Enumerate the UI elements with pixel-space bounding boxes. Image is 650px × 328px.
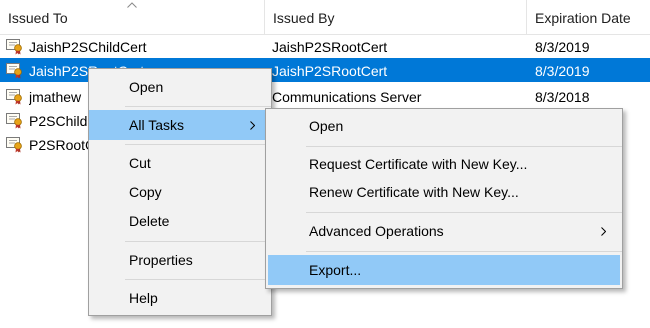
certificate-icon [6,137,22,153]
table-row[interactable]: JaishP2SChildCert JaishP2SRootCert 8/3/2… [0,34,650,58]
sort-ascending-icon [127,2,137,8]
menu-item-cut[interactable]: Cut [89,148,271,178]
menu-item-help[interactable]: Help [89,283,271,313]
column-header-issued-by[interactable]: Issued By [265,0,527,34]
menu-item-delete[interactable]: Delete [89,206,271,236]
menu-item-label: All Tasks [129,117,184,133]
menu-separator [125,241,271,242]
column-header-expiration-date[interactable]: Expiration Date [527,0,650,34]
cell-expiration: 8/3/2018 [535,89,590,105]
certificate-icon [6,63,22,79]
certificate-icon [6,113,22,129]
chevron-right-icon [601,227,606,236]
menu-item-label: Open [309,118,344,134]
menu-item-label: Copy [129,184,162,200]
submenu-item-export[interactable]: Export... [268,255,620,285]
cell-issued-by: Communications Server [272,89,422,105]
menu-separator [306,212,622,213]
menu-separator [125,279,271,280]
menu-item-label: Properties [129,252,193,268]
list-header: Issued To Issued By Expiration Date [0,0,650,35]
menu-separator [306,146,622,147]
menu-item-copy[interactable]: Copy [89,177,271,207]
menu-item-label: Open [129,79,164,95]
menu-item-label: Delete [129,213,170,229]
menu-separator [125,106,271,107]
context-menu: Open All Tasks Cut Copy Delete Propertie… [88,68,272,316]
submenu-item-request-new-key[interactable]: Request Certificate with New Key... [266,149,622,179]
cell-issued-to: JaishP2SChildCert [29,39,147,55]
column-header-label: Issued To [8,10,68,26]
menu-item-label: Request Certificate with New Key... [309,156,528,172]
cell-issued-by: JaishP2SRootCert [272,63,388,79]
submenu-item-advanced-operations[interactable]: Advanced Operations [266,216,622,246]
menu-separator [306,251,622,252]
menu-item-all-tasks[interactable]: All Tasks [89,110,271,140]
menu-item-label: Export... [309,262,362,278]
menu-item-properties[interactable]: Properties [89,245,271,275]
cell-expiration: 8/3/2019 [535,63,590,79]
submenu-item-renew-new-key[interactable]: Renew Certificate with New Key... [266,177,622,207]
menu-item-label: Cut [129,155,151,171]
all-tasks-submenu: Open Request Certificate with New Key...… [265,108,623,289]
cell-expiration: 8/3/2019 [535,39,590,55]
menu-item-label: Renew Certificate with New Key... [309,184,519,200]
column-header-label: Expiration Date [535,10,631,26]
menu-item-label: Advanced Operations [309,223,444,239]
certificate-icon [6,39,22,55]
certificate-icon [6,89,22,105]
chevron-right-icon [250,121,255,130]
menu-item-label: Help [129,290,158,306]
cell-issued-by: JaishP2SRootCert [272,39,388,55]
menu-separator [125,144,271,145]
column-header-label: Issued By [273,10,335,26]
submenu-item-open[interactable]: Open [266,111,622,141]
menu-item-open[interactable]: Open [89,72,271,102]
